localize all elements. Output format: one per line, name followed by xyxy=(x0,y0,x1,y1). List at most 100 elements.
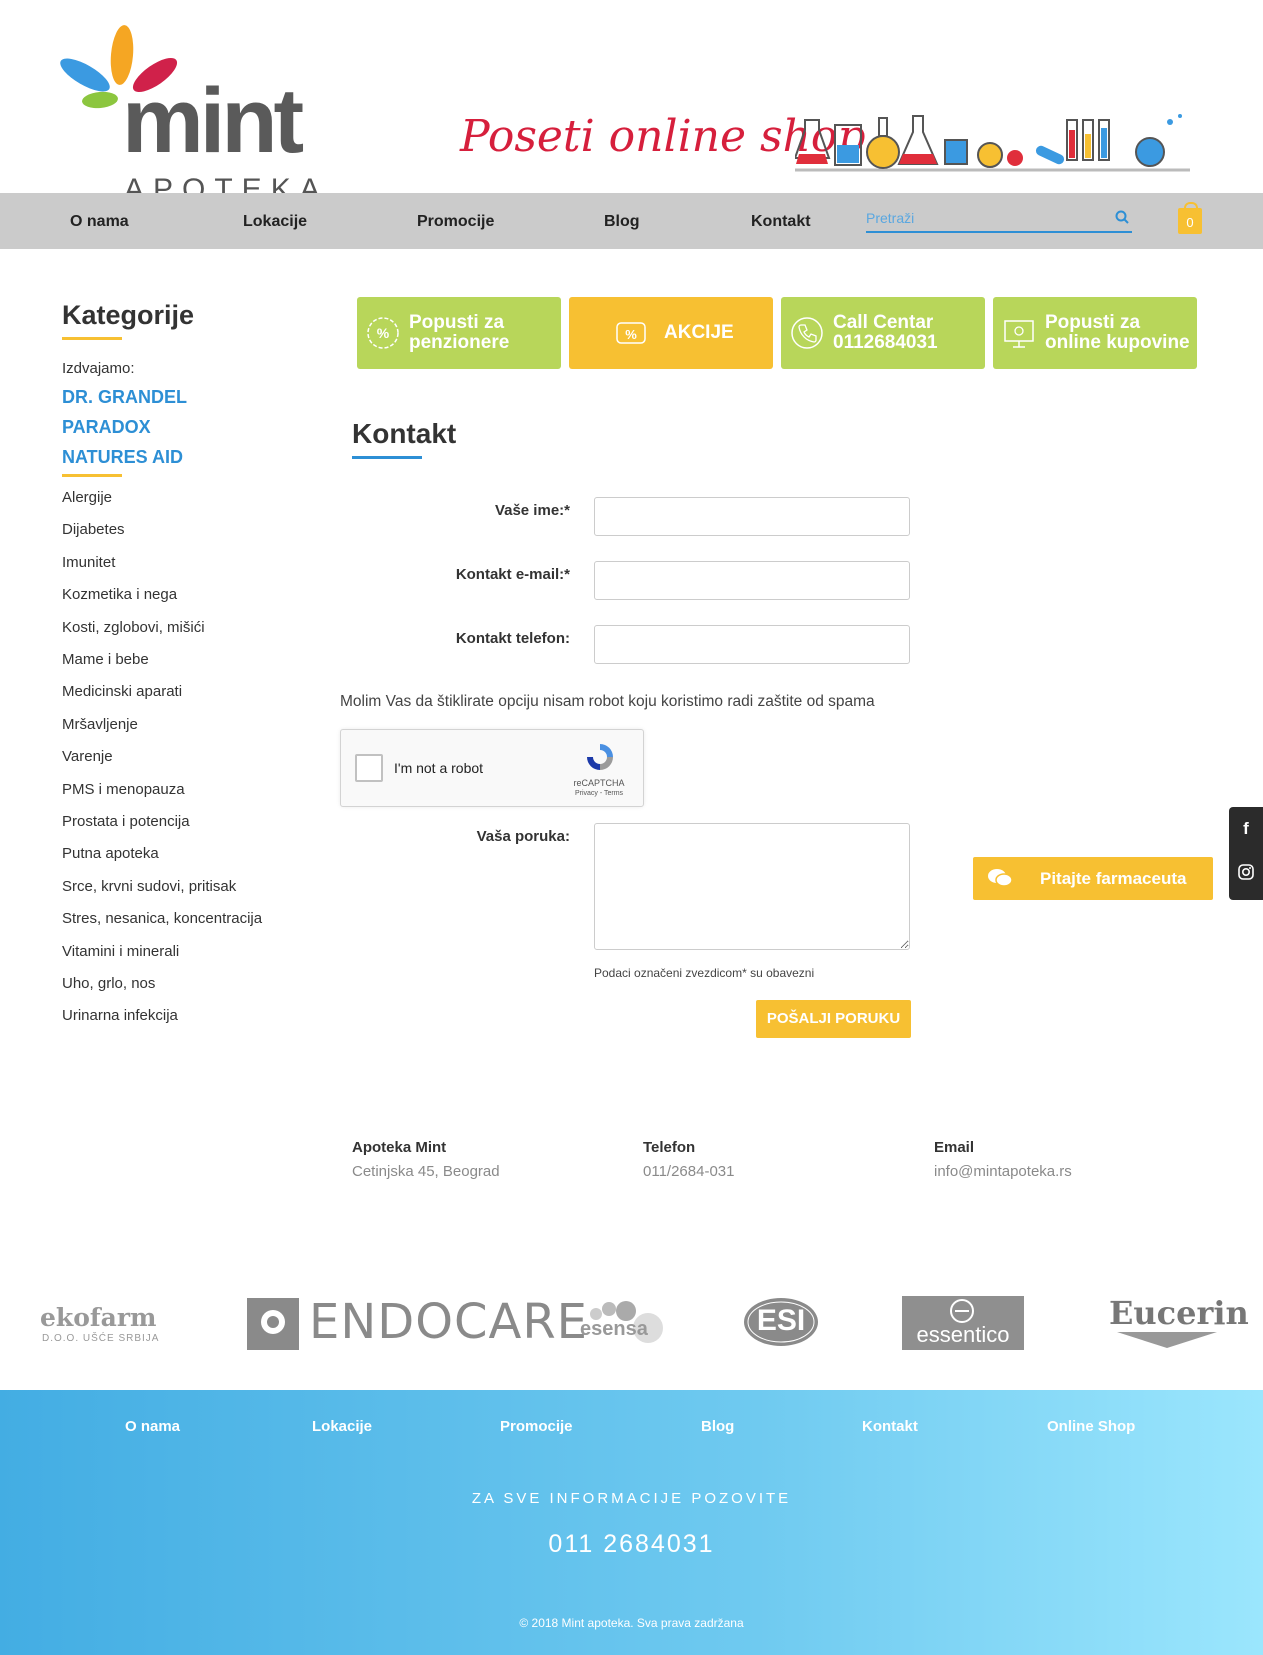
category-link[interactable]: Srce, krvni sudovi, pritisak xyxy=(62,878,236,895)
phone-field[interactable] xyxy=(594,625,910,664)
search-input[interactable] xyxy=(866,207,1086,229)
brand-name: essentico xyxy=(916,1322,1010,1347)
lab-glassware-icon xyxy=(795,114,1190,172)
brand-name: ekofarm xyxy=(40,1303,157,1332)
monitor-icon xyxy=(1004,320,1034,348)
recaptcha-logo-icon xyxy=(587,744,613,770)
brand-name: esensa xyxy=(580,1318,648,1340)
akcije-box[interactable]: % AKCIJE xyxy=(569,297,773,369)
ask-pharmacist-label: Pitajte farmaceuta xyxy=(1040,869,1187,888)
email-field[interactable] xyxy=(594,561,910,600)
category-link[interactable]: Mršavljenje xyxy=(62,716,138,733)
featured-brand[interactable]: PARADOX xyxy=(62,417,151,438)
category-link[interactable]: Urinarna infekcija xyxy=(62,1007,178,1024)
recaptcha-label: I'm not a robot xyxy=(394,760,484,776)
box-line2: 0112684031 xyxy=(833,332,938,353)
search-box xyxy=(866,207,1132,233)
footer-link-kontakt[interactable]: Kontakt xyxy=(862,1418,918,1435)
category-link[interactable]: Prostata i potencija xyxy=(62,813,190,830)
nav-item-kontakt[interactable]: Kontakt xyxy=(751,213,811,231)
box-line1: Popusti za xyxy=(1045,312,1141,333)
category-link[interactable]: Medicinski aparati xyxy=(62,683,182,700)
percent-badge-icon: % xyxy=(367,317,399,349)
category-link[interactable]: Kosti, zglobovi, mišići xyxy=(62,619,205,636)
category-link[interactable]: Uho, grlo, nos xyxy=(62,975,155,992)
page-title: Kontakt xyxy=(352,418,457,449)
required-note: Podaci označeni zvezdicom* su obavezni xyxy=(594,966,815,980)
pensioner-discount-box[interactable]: % Popusti za penzionere xyxy=(357,297,561,369)
endocare-symbol-icon xyxy=(247,1298,299,1350)
captcha-note: Molim Vas da štiklirate opciju nisam rob… xyxy=(340,693,875,710)
info-title: Telefon xyxy=(643,1139,696,1156)
message-field[interactable] xyxy=(594,823,910,950)
featured-brand[interactable]: DR. GRANDEL xyxy=(62,387,187,408)
footer-copyright: © 2018 Mint apoteka. Sva prava zadržana xyxy=(519,1616,744,1630)
nav-item-promocije[interactable]: Promocije xyxy=(417,213,494,231)
brand-name: ESI xyxy=(756,1304,806,1337)
category-link[interactable]: Mame i bebe xyxy=(62,651,149,668)
category-link[interactable]: Alergije xyxy=(62,489,112,506)
sidebar-title: Kategorije xyxy=(62,300,195,330)
box-line1: Popusti za xyxy=(409,312,505,333)
footer-link-online-shop[interactable]: Online Shop xyxy=(1047,1418,1135,1435)
search-icon[interactable] xyxy=(1114,209,1132,227)
phone-icon xyxy=(791,317,823,349)
logo-word: mint xyxy=(122,70,304,172)
recaptcha-links[interactable]: Privacy - Terms xyxy=(559,790,639,797)
logo[interactable]: mint APOTEKA xyxy=(60,15,330,205)
category-link[interactable]: Varenje xyxy=(62,748,113,765)
essentico-e-icon xyxy=(950,1299,974,1323)
featured-brand[interactable]: NATURES AID xyxy=(62,447,183,468)
nav-item-lokacije[interactable]: Lokacije xyxy=(243,213,307,231)
ask-pharmacist-button[interactable]: Pitajte farmaceuta xyxy=(973,857,1213,900)
category-link[interactable]: PMS i menopauza xyxy=(62,781,185,798)
call-center-box[interactable]: Call Centar 0112684031 xyxy=(781,297,985,369)
name-field[interactable] xyxy=(594,497,910,536)
footer-link-o-nama[interactable]: O nama xyxy=(125,1418,180,1435)
chat-icon xyxy=(988,869,1013,887)
cart-button[interactable]: 0 xyxy=(1178,202,1202,234)
eucerin-arrow-icon xyxy=(1117,1332,1217,1348)
email-label: Kontakt e-mail:* xyxy=(455,566,570,583)
info-title: Apoteka Mint xyxy=(352,1139,447,1156)
brand-logo-esensa[interactable]: esensa xyxy=(578,1290,678,1350)
box-line1: Call Centar xyxy=(833,312,934,333)
social-bar: f xyxy=(1229,807,1263,900)
info-title: Email xyxy=(934,1139,975,1156)
box-line2: online kupovine xyxy=(1045,332,1190,353)
name-label: Vaše ime:* xyxy=(494,502,570,519)
brand-logo-ekofarm[interactable]: ekofarm D.O.O. UŠĆE SRBIJA xyxy=(38,1290,168,1350)
brand-tagline: D.O.O. UŠĆE SRBIJA xyxy=(42,1333,160,1344)
box-line2: penzionere xyxy=(409,332,510,353)
brand-logo-endocare[interactable]: ENDOCARE xyxy=(247,1290,587,1350)
footer: O nama Lokacije Promocije Blog Kontakt O… xyxy=(0,1390,1263,1655)
footer-phone[interactable]: 011 2684031 xyxy=(0,1530,1263,1559)
category-link[interactable]: Vitamini i minerali xyxy=(62,943,179,960)
brand-logo-esi[interactable]: ESI xyxy=(742,1290,822,1350)
footer-link-promocije[interactable]: Promocije xyxy=(500,1418,573,1435)
brand-logo-eucerin[interactable]: Eucerin xyxy=(1107,1290,1249,1350)
category-link[interactable]: Stres, nesanica, koncentracija xyxy=(62,910,262,927)
svg-text:%: % xyxy=(625,327,637,342)
online-shop-banner[interactable]: Poseti online shop xyxy=(460,105,1195,175)
message-label: Vaša poruka: xyxy=(476,828,570,845)
recaptcha-checkbox[interactable] xyxy=(355,754,383,782)
main-nav: O nama Lokacije Promocije Blog Kontakt 0 xyxy=(0,193,1263,249)
instagram-icon[interactable] xyxy=(1238,864,1254,880)
send-button[interactable]: POŠALJI PORUKU xyxy=(756,1000,911,1038)
featured-underline xyxy=(62,474,122,477)
footer-link-blog[interactable]: Blog xyxy=(701,1418,734,1435)
nav-item-o-nama[interactable]: O nama xyxy=(70,213,129,231)
online-discount-box[interactable]: Popusti za online kupovine xyxy=(993,297,1197,369)
facebook-icon[interactable]: f xyxy=(1229,819,1263,839)
brand-logo-essentico[interactable]: essentico xyxy=(902,1296,1024,1350)
info-value: info@mintapoteka.rs xyxy=(934,1163,1072,1180)
category-link[interactable]: Kozmetika i nega xyxy=(62,586,177,603)
footer-link-lokacije[interactable]: Lokacije xyxy=(312,1418,372,1435)
brand-name: Eucerin xyxy=(1109,1294,1249,1332)
nav-item-blog[interactable]: Blog xyxy=(604,213,640,231)
category-link[interactable]: Dijabetes xyxy=(62,521,125,538)
category-link[interactable]: Imunitet xyxy=(62,554,115,571)
featured-label: Izdvajamo: xyxy=(62,360,135,377)
category-link[interactable]: Putna apoteka xyxy=(62,845,159,862)
